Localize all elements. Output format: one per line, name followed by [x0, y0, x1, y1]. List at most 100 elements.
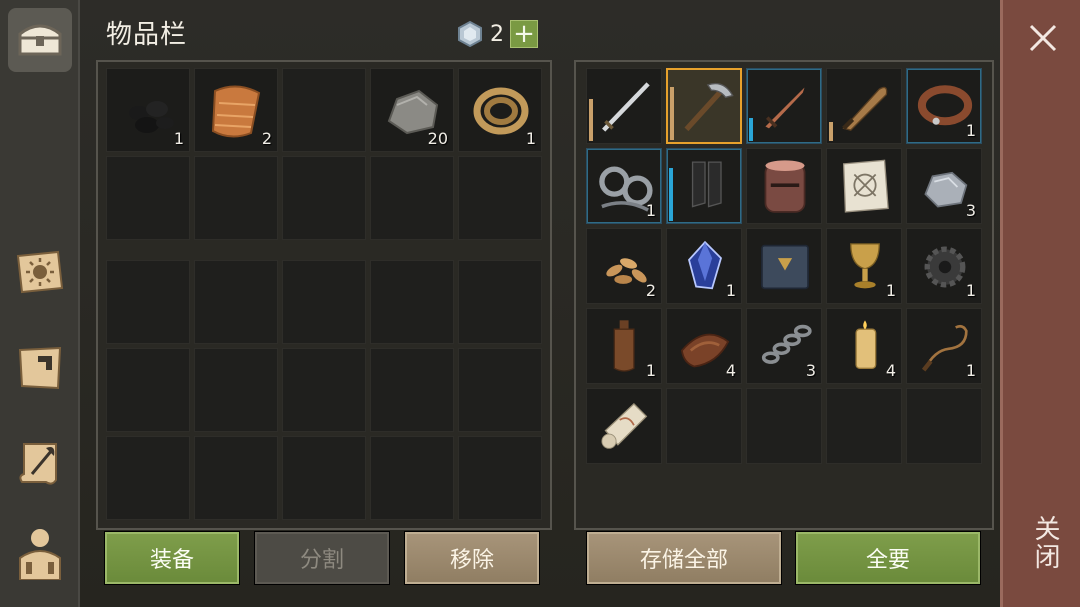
storage-slot[interactable]: 4: [826, 308, 902, 384]
item-count: 4: [725, 361, 736, 380]
item-count: 1: [965, 121, 976, 140]
item-count: 4: [885, 361, 896, 380]
storage-slot[interactable]: [666, 68, 742, 144]
backpack-slot[interactable]: [194, 260, 278, 344]
tab-crafting[interactable]: [8, 336, 72, 400]
storage-slot[interactable]: [826, 68, 902, 144]
tab-inventory[interactable]: [8, 8, 72, 72]
remove-button[interactable]: 移除: [404, 531, 540, 585]
backpack-slot[interactable]: [194, 156, 278, 240]
durability-bar: [670, 87, 674, 140]
backpack-slot[interactable]: [282, 348, 366, 432]
storage-slot[interactable]: 1: [906, 308, 982, 384]
backpack-slot[interactable]: [106, 260, 190, 344]
backpack-slot[interactable]: [106, 348, 190, 432]
helmet-icon: [764, 160, 806, 213]
add-currency-button[interactable]: +: [510, 20, 538, 48]
item-count: 1: [725, 281, 736, 300]
backpack-slot[interactable]: [458, 260, 542, 344]
item-count: 3: [965, 201, 976, 220]
equip-button[interactable]: 装备: [104, 531, 240, 585]
split-button[interactable]: 分割: [254, 531, 390, 585]
close-label: 关闭: [1030, 515, 1060, 571]
backpack-slot[interactable]: [458, 348, 542, 432]
durability-bar: [829, 122, 833, 141]
item-count: 1: [645, 201, 656, 220]
storage-slot[interactable]: 3: [906, 148, 982, 224]
backpack-slot[interactable]: [282, 156, 366, 240]
inventory-screen: 物品栏 2 + 1 2 20 1 1 1 3 2 1 1 1 1 4 3 4 1 装备 分割 移除 存储全部…: [0, 0, 1080, 607]
storage-slot[interactable]: [826, 388, 902, 464]
map-icon: [842, 159, 889, 213]
storage-slot[interactable]: [666, 388, 742, 464]
machete-icon: [842, 86, 888, 131]
chest-icon: [18, 24, 62, 56]
sword-icon: [602, 82, 650, 132]
take-all-button[interactable]: 全要: [795, 531, 981, 585]
storage-slot[interactable]: 3: [746, 308, 822, 384]
durability-bar: [749, 118, 753, 141]
item-count: 1: [173, 129, 184, 148]
backpack-slot[interactable]: [282, 260, 366, 344]
storage-slot[interactable]: 2: [586, 228, 662, 304]
store-all-button[interactable]: 存储全部: [586, 531, 782, 585]
storage-slot[interactable]: [746, 228, 822, 304]
storage-panel: 1 1 3 2 1 1 1 1 4 3 4 1: [574, 60, 994, 530]
backpack-slot[interactable]: [370, 348, 454, 432]
item-count: 1: [645, 361, 656, 380]
storage-slot[interactable]: 1: [586, 148, 662, 224]
item-count: 1: [965, 281, 976, 300]
tab-character[interactable]: [8, 520, 72, 584]
backpack-slot[interactable]: [458, 436, 542, 520]
storage-slot[interactable]: [746, 388, 822, 464]
storage-slot[interactable]: 1: [666, 228, 742, 304]
backpack-slot[interactable]: [370, 436, 454, 520]
page-title: 物品栏: [106, 20, 188, 50]
close-bar[interactable]: 关闭: [1000, 0, 1080, 607]
storage-slot[interactable]: 4: [666, 308, 742, 384]
storage-slot[interactable]: [906, 388, 982, 464]
backpack-slot[interactable]: [282, 68, 366, 152]
backpack-slot[interactable]: [370, 260, 454, 344]
gem-icon: [458, 20, 482, 48]
backpack-slot[interactable]: [194, 436, 278, 520]
currency-value: 2: [490, 21, 504, 47]
storage-slot[interactable]: 1: [826, 228, 902, 304]
sun-book-icon: [16, 250, 64, 294]
storage-slot[interactable]: [666, 148, 742, 224]
backpack-slot[interactable]: [458, 156, 542, 240]
backpack-slot[interactable]: [106, 156, 190, 240]
backpack-slot[interactable]: 20: [370, 68, 454, 152]
scroll-quill-icon: [19, 443, 57, 485]
backpack-slot[interactable]: [106, 436, 190, 520]
backpack-slot[interactable]: [194, 348, 278, 432]
dagger-icon: [765, 87, 805, 129]
backpack-panel: 1 2 20 1: [96, 60, 552, 530]
book-icon: [761, 244, 809, 290]
storage-slot[interactable]: 1: [906, 228, 982, 304]
item-count: 3: [805, 361, 816, 380]
storage-slot[interactable]: [586, 388, 662, 464]
storage-slot[interactable]: 1: [906, 68, 982, 144]
storage-slot[interactable]: 1: [586, 308, 662, 384]
durability-bar: [589, 99, 593, 141]
backpack-slot[interactable]: [282, 436, 366, 520]
storage-slot[interactable]: [586, 68, 662, 144]
backpack-slot[interactable]: 2: [194, 68, 278, 152]
item-count: 2: [645, 281, 656, 300]
backpack-slot[interactable]: [370, 156, 454, 240]
scroll-icon: [601, 402, 648, 449]
tab-skills[interactable]: [8, 240, 72, 304]
durability-bar: [669, 168, 673, 221]
backpack-slot[interactable]: 1: [458, 68, 542, 152]
character-icon: [19, 529, 61, 580]
tab-rail: [0, 0, 80, 607]
storage-slot[interactable]: [746, 148, 822, 224]
item-count: 2: [261, 129, 272, 148]
tab-quests[interactable]: [8, 432, 72, 496]
storage-slot[interactable]: [746, 68, 822, 144]
item-count: 1: [885, 281, 896, 300]
backpack-slot[interactable]: 1: [106, 68, 190, 152]
storage-slot[interactable]: [826, 148, 902, 224]
close-icon[interactable]: [1025, 20, 1061, 56]
